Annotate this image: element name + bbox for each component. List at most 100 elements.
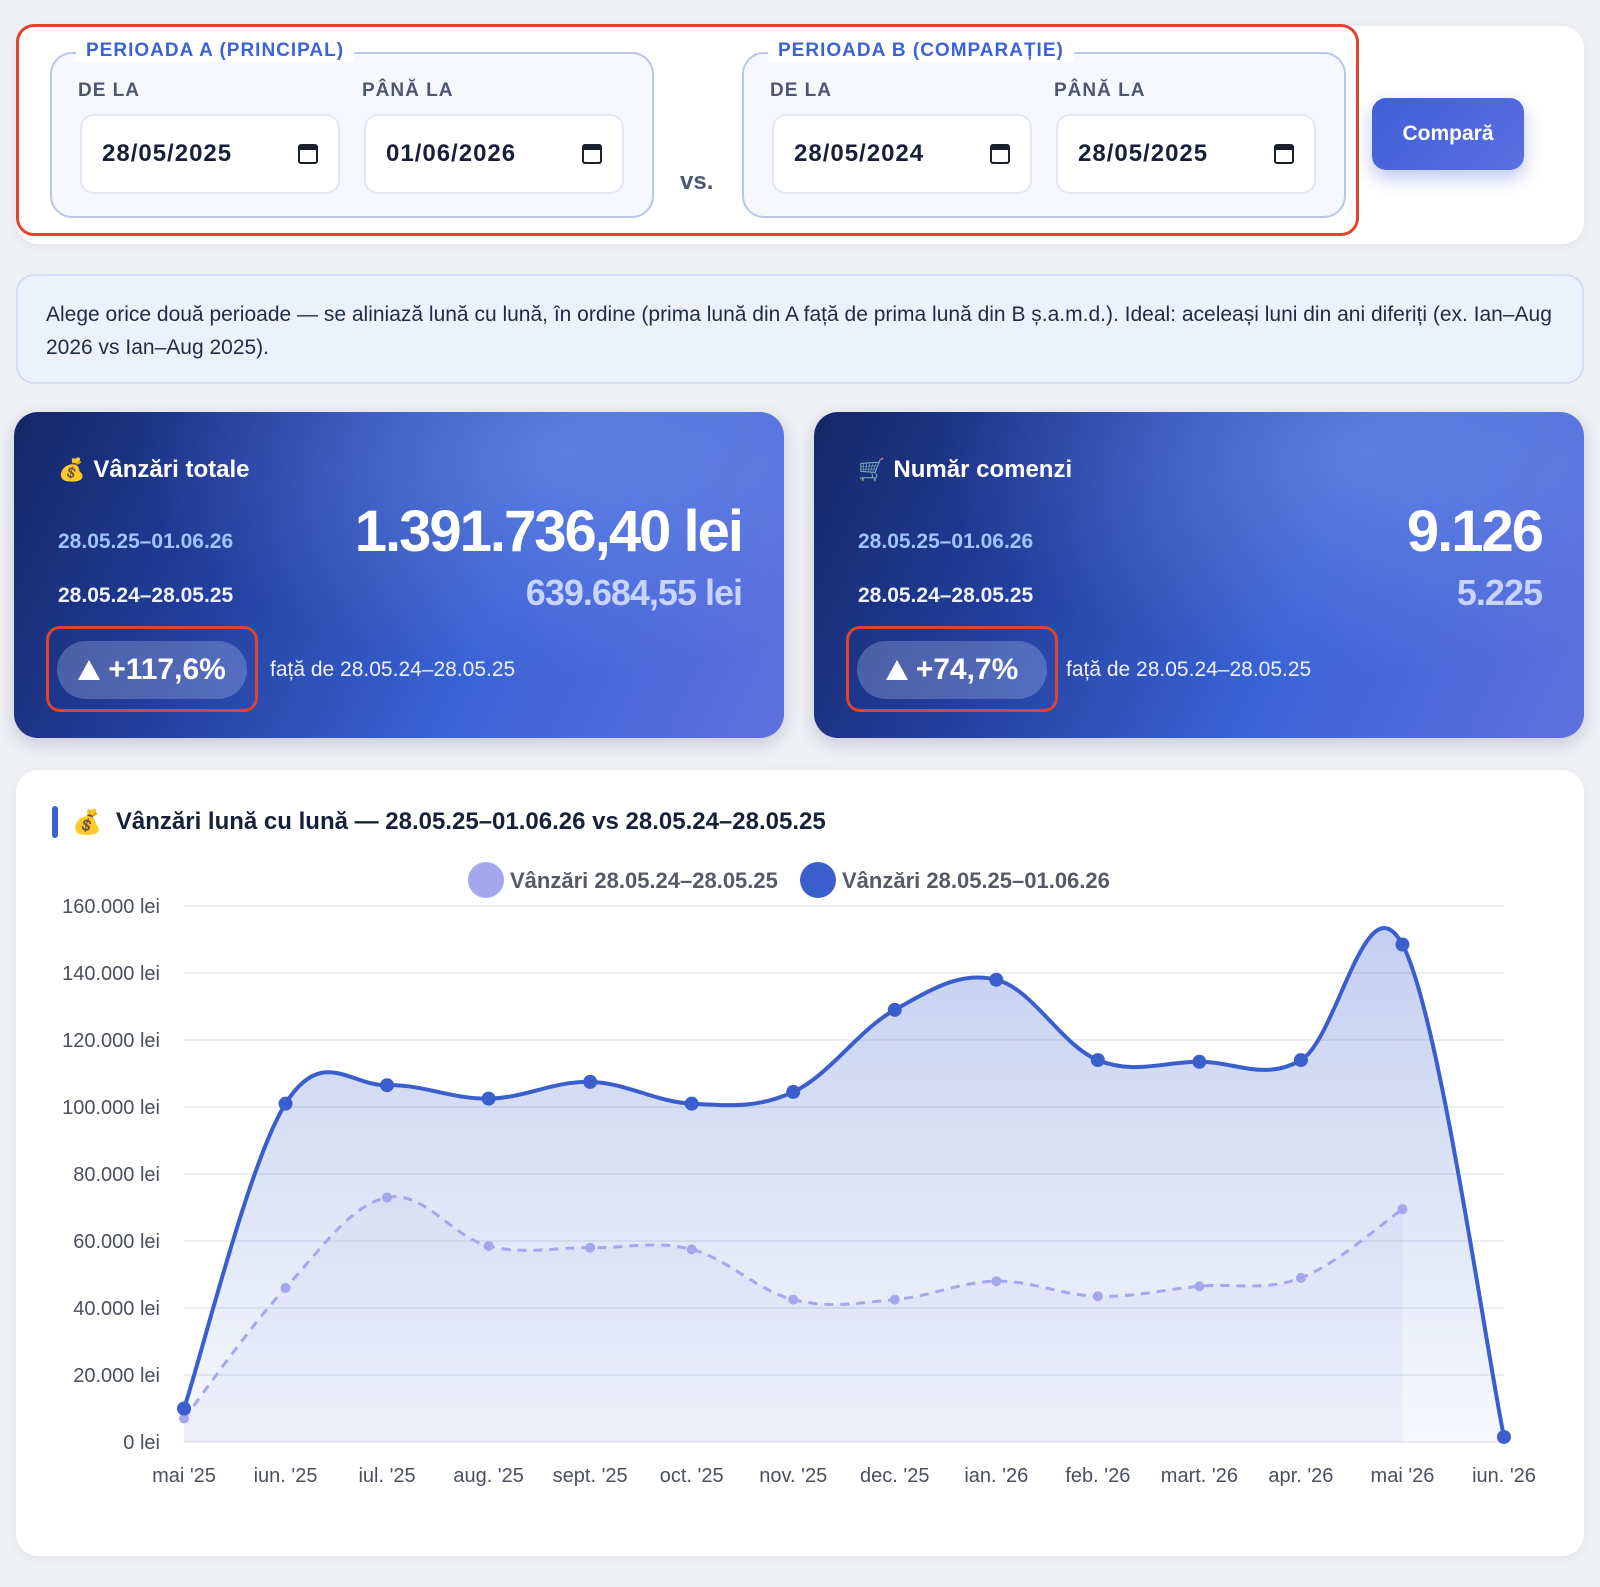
x-tick-label: sept. '25	[553, 1465, 628, 1487]
period-b-to-value: 28/05/2025	[1078, 140, 1209, 167]
series-a-point	[481, 1091, 496, 1106]
x-tick-label: nov. '25	[759, 1465, 827, 1487]
x-tick-label: iun. '26	[1472, 1465, 1536, 1487]
series-b-point	[889, 1294, 900, 1305]
kpi-sales-title: Vânzări totale	[93, 456, 250, 483]
legend-series-a-label: Vânzări 28.05.25–01.06.26	[842, 868, 1110, 893]
compare-button[interactable]: Compară	[1372, 98, 1524, 170]
series-a-point	[1395, 937, 1410, 952]
series-b-point	[991, 1276, 1002, 1287]
kpi-sales-change: +117,6%	[108, 653, 226, 686]
series-b-point	[1092, 1291, 1103, 1302]
period-a-fieldset: PERIOADA A (PRINCIPAL) DE LA PÂNĂ LA 28/…	[50, 40, 654, 218]
series-b-point	[585, 1242, 596, 1253]
period-b-from-label: DE LA	[770, 80, 832, 101]
y-tick-label: 40.000 lei	[73, 1298, 160, 1320]
series-b-point	[280, 1282, 291, 1293]
up-arrow-icon	[885, 660, 908, 680]
kpi-sales-value-b: 639.684,55 lei	[525, 572, 743, 613]
period-a-to-label: PÂNĂ LA	[362, 80, 454, 101]
y-tick-label: 60.000 lei	[73, 1231, 160, 1253]
kpi-orders-change: +74,7%	[915, 653, 1019, 686]
series-a-point	[684, 1096, 699, 1111]
money-bag-icon: 💰	[58, 457, 86, 482]
x-tick-label: oct. '25	[660, 1465, 724, 1487]
kpi-orders-badge-highlight: +74,7%	[846, 626, 1058, 712]
x-tick-label: dec. '25	[860, 1465, 929, 1487]
chart-card: 💰 Vânzări lună cu lună — 28.05.25–01.06.…	[16, 770, 1584, 1556]
legend-series-b-label: Vânzări 28.05.24–28.05.25	[510, 868, 778, 893]
period-b-to-input[interactable]: 28/05/2025	[1056, 114, 1316, 194]
legend-series-b-swatch	[468, 862, 504, 898]
period-b-fieldset: PERIOADA B (COMPARAȚIE) DE LA PÂNĂ LA 28…	[742, 40, 1346, 218]
series-b-point	[483, 1241, 494, 1252]
kpi-orders-range-b: 28.05.24–28.05.25	[858, 584, 1034, 607]
series-b-point	[788, 1294, 799, 1305]
x-tick-label: aug. '25	[453, 1465, 524, 1487]
up-arrow-icon	[78, 660, 101, 680]
series-a-point	[1090, 1053, 1105, 1068]
x-tick-label: iul. '25	[358, 1465, 415, 1487]
y-tick-label: 80.000 lei	[73, 1164, 160, 1186]
series-a-point	[1497, 1429, 1511, 1444]
series-b-point	[382, 1192, 393, 1203]
period-b-to-label: PÂNĂ LA	[1054, 80, 1146, 101]
period-b-legend: PERIOADA B (COMPARAȚIE)	[768, 40, 1074, 62]
series-a-point	[989, 972, 1004, 987]
calendar-icon[interactable]	[582, 144, 602, 164]
period-a-from-value: 28/05/2025	[102, 140, 233, 167]
series-a-point	[887, 1002, 902, 1017]
y-tick-label: 0 lei	[123, 1432, 160, 1454]
kpi-orders-range-a: 28.05.25–01.06.26	[858, 530, 1034, 553]
kpi-card-orders: 🛒 Număr comenzi 28.05.25–01.06.26 28.05.…	[814, 412, 1584, 738]
series-b-point	[686, 1244, 697, 1255]
kpi-orders-change-badge: +74,7%	[857, 641, 1047, 699]
kpi-orders-compare-text: față de 28.05.24–28.05.25	[1066, 658, 1312, 681]
y-tick-label: 120.000 lei	[62, 1030, 160, 1052]
series-b-point	[1397, 1204, 1408, 1215]
kpi-card-sales: 💰 Vânzări totale 28.05.25–01.06.26 28.05…	[14, 412, 784, 738]
series-b-point	[1194, 1281, 1205, 1292]
x-tick-label: iun. '25	[254, 1465, 318, 1487]
kpi-orders-title-row: 🛒 Număr comenzi	[858, 456, 1072, 484]
y-tick-label: 100.000 lei	[62, 1097, 160, 1119]
kpi-sales-badge-highlight: +117,6%	[46, 626, 258, 712]
x-tick-label: ian. '26	[964, 1465, 1028, 1487]
kpi-sales-title-row: 💰 Vânzări totale	[58, 456, 249, 484]
kpi-sales-range-b: 28.05.24–28.05.25	[58, 584, 234, 607]
period-a-to-value: 01/06/2026	[386, 140, 517, 167]
kpi-orders-value-b: 5.225	[1456, 572, 1543, 613]
series-a-point	[1192, 1054, 1207, 1069]
period-a-legend: PERIOADA A (PRINCIPAL)	[76, 40, 355, 62]
cart-icon: 🛒	[858, 457, 886, 482]
series-a-point	[786, 1084, 801, 1099]
calendar-icon[interactable]	[1274, 144, 1294, 164]
period-a-from-label: DE LA	[78, 80, 140, 101]
y-tick-label: 160.000 lei	[62, 896, 160, 918]
kpi-sales-value-a: 1.391.736,40 lei	[354, 499, 744, 564]
legend-series-a-swatch	[800, 862, 836, 898]
period-a-from-input[interactable]: 28/05/2025	[80, 114, 340, 194]
kpi-sales-range-a: 28.05.25–01.06.26	[58, 530, 234, 553]
period-b-from-value: 28/05/2024	[794, 140, 925, 167]
period-b-from-input[interactable]: 28/05/2024	[772, 114, 1032, 194]
calendar-icon[interactable]	[990, 144, 1010, 164]
series-a-point	[177, 1401, 191, 1416]
y-tick-label: 20.000 lei	[73, 1365, 160, 1387]
series-a-point	[1293, 1053, 1308, 1068]
x-tick-label: mai '25	[152, 1465, 216, 1487]
kpi-orders-value-a: 9.126	[1406, 499, 1544, 564]
period-a-to-input[interactable]: 01/06/2026	[364, 114, 624, 194]
kpi-sales-compare-text: față de 28.05.24–28.05.25	[270, 658, 516, 681]
series-a-point	[380, 1078, 395, 1093]
kpi-sales-change-badge: +117,6%	[57, 641, 247, 699]
kpi-orders-title: Număr comenzi	[893, 456, 1073, 483]
series-a-point	[583, 1074, 598, 1089]
calendar-icon[interactable]	[298, 144, 318, 164]
y-tick-label: 140.000 lei	[62, 963, 160, 985]
info-note: Alege orice două perioade — se aliniază …	[16, 274, 1584, 384]
x-tick-label: mart. '26	[1161, 1465, 1238, 1487]
series-a-point	[278, 1096, 293, 1111]
x-tick-label: mai '26	[1371, 1465, 1435, 1487]
x-tick-label: feb. '26	[1065, 1465, 1130, 1487]
